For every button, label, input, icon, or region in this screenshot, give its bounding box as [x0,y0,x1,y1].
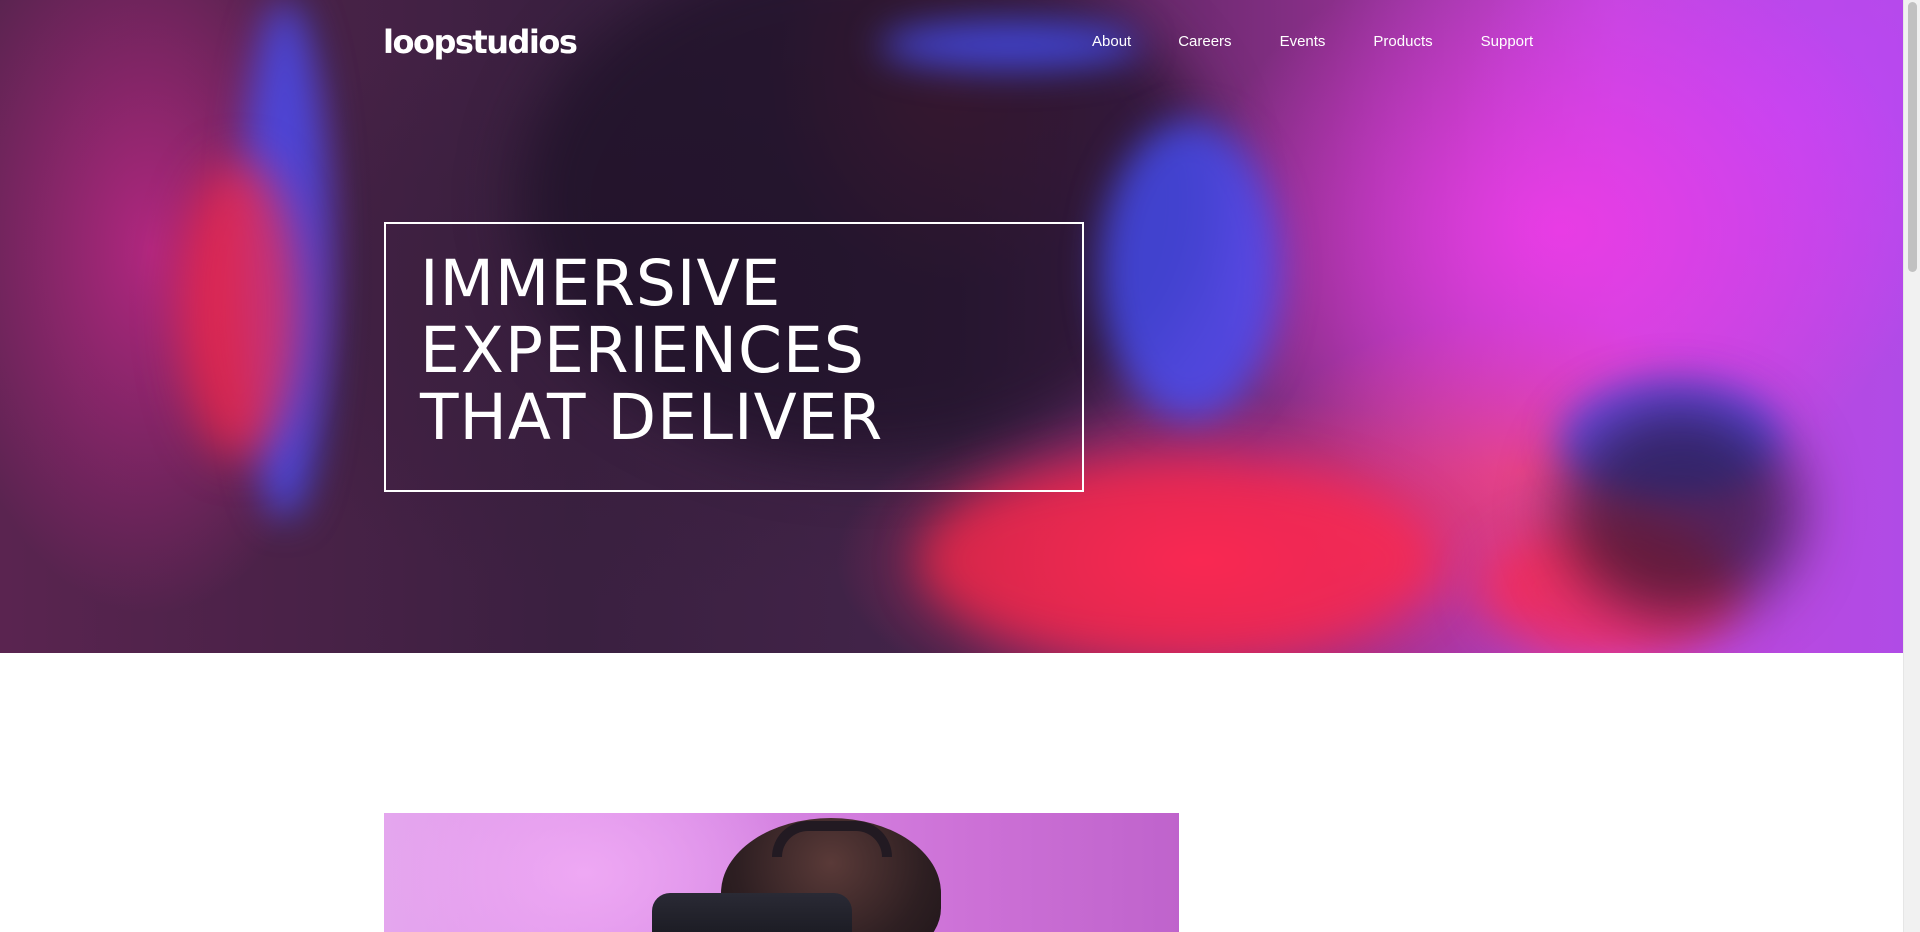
hero-headline-line: THAT DELIVER [420,381,884,454]
intro-vr-image [384,813,1179,932]
nav-item-products[interactable]: Products [1373,32,1432,52]
hero-headline-box: IMMERSIVE EXPERIENCES THAT DELIVER [384,222,1084,492]
landing-page: loopstudios About Careers Events Product… [0,0,1920,932]
scrollbar-thumb[interactable] [1908,2,1917,272]
main-nav: About Careers Events Products Support [1092,32,1533,52]
page-scrollbar[interactable] [1903,0,1920,932]
nav-item-support[interactable]: Support [1481,32,1534,52]
hero-headline-line: EXPERIENCES [420,314,865,387]
vr-headset-icon [652,893,852,932]
nav-item-about[interactable]: About [1092,32,1131,52]
hero-controller-shadow [1560,400,1800,620]
hero-blue-light [1100,120,1280,420]
nav-item-events[interactable]: Events [1280,32,1326,52]
brand-logo[interactable]: loopstudios [383,22,578,62]
hero-red-light [180,160,300,460]
vr-strap [772,821,892,857]
site-header: loopstudios About Careers Events Product… [0,0,1903,90]
nav-item-careers[interactable]: Careers [1178,32,1231,52]
hero-headline-line: IMMERSIVE [420,247,782,320]
